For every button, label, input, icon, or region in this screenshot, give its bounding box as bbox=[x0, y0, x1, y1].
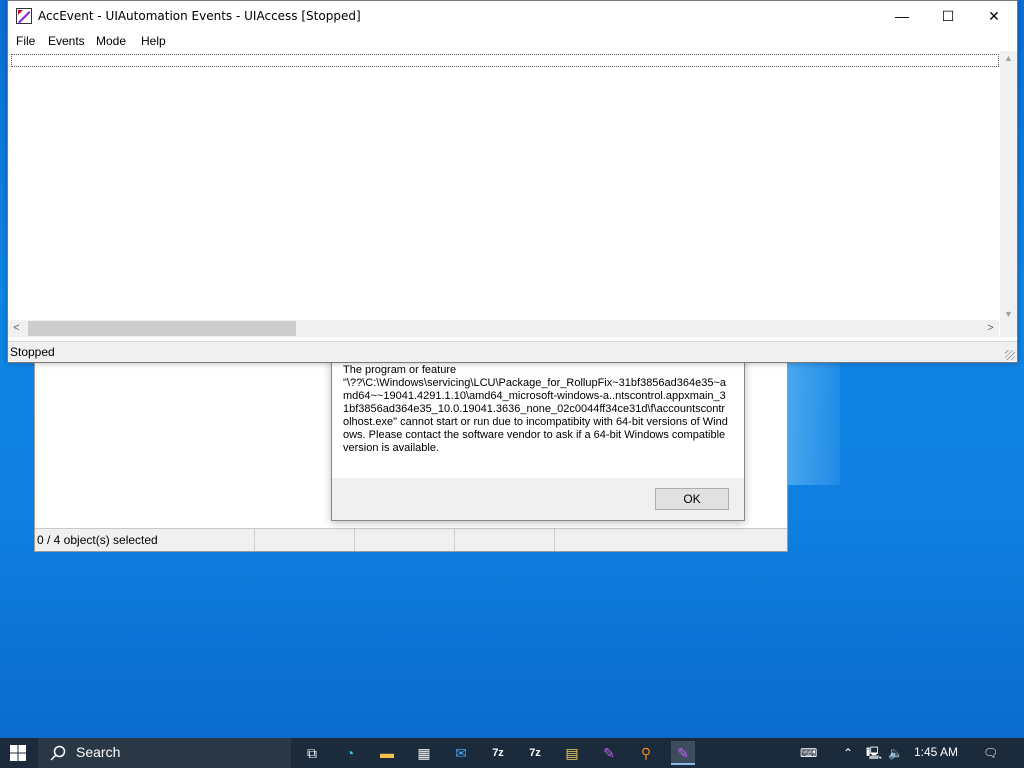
dialog-footer: OK bbox=[332, 478, 744, 520]
keyboard-icon[interactable]: ⌨ bbox=[800, 738, 817, 768]
menu-events[interactable]: Events bbox=[48, 34, 85, 48]
ok-button[interactable]: OK bbox=[655, 488, 729, 510]
menu-help[interactable]: Help bbox=[141, 34, 166, 48]
taskbar-search-box[interactable]: Search bbox=[38, 738, 291, 768]
volume-muted-icon[interactable]: 🔈 bbox=[888, 738, 903, 768]
accevent-active-icon[interactable]: ✎ bbox=[671, 741, 695, 765]
edge-icon[interactable]: ◔ bbox=[338, 741, 362, 765]
7zip-second-icon[interactable]: 7z bbox=[523, 741, 547, 765]
status-text: Stopped bbox=[10, 345, 55, 359]
status-cell-2 bbox=[255, 529, 355, 551]
accevent-window: AccEvent - UIAutomation Events - UIAcces… bbox=[7, 0, 1018, 363]
vertical-scrollbar[interactable]: ▲ ▼ bbox=[1000, 51, 1017, 321]
minimize-button[interactable]: — bbox=[879, 1, 925, 31]
resize-grip-icon[interactable] bbox=[1005, 350, 1015, 360]
event-list[interactable] bbox=[8, 51, 999, 321]
title-bar[interactable]: AccEvent - UIAutomation Events - UIAcces… bbox=[8, 1, 1017, 31]
focus-rectangle bbox=[11, 54, 999, 67]
status-cell-3 bbox=[355, 529, 455, 551]
start-button[interactable] bbox=[0, 738, 36, 768]
scroll-right-icon[interactable]: > bbox=[982, 320, 999, 337]
background-status-bar: 0 / 4 object(s) selected bbox=[35, 528, 787, 551]
7zip-icon[interactable]: 7z bbox=[486, 741, 510, 765]
file-explorer-icon[interactable]: ▬ bbox=[375, 741, 399, 765]
search-tool-icon[interactable]: ⚲ bbox=[634, 741, 658, 765]
clock[interactable]: 1:45 AM bbox=[914, 745, 958, 759]
windows-logo-wallpaper bbox=[780, 355, 840, 485]
task-view-icon[interactable]: ⧉ bbox=[300, 741, 324, 765]
network-icon[interactable]: 🖳 bbox=[866, 738, 882, 768]
accevent-app-icon bbox=[16, 8, 32, 24]
selection-status: 0 / 4 object(s) selected bbox=[35, 529, 255, 551]
dialog-message: The program or feature "\??\C:\Windows\s… bbox=[343, 364, 728, 454]
status-cell-4 bbox=[455, 529, 555, 551]
menu-bar: File Events Mode Help bbox=[8, 31, 1017, 51]
control-panel-icon[interactable]: ▤ bbox=[560, 741, 584, 765]
scroll-up-icon[interactable]: ▲ bbox=[1000, 53, 1017, 63]
menu-file[interactable]: File bbox=[16, 34, 35, 48]
scroll-left-icon[interactable]: < bbox=[8, 320, 25, 337]
scrollbar-corner bbox=[1000, 320, 1017, 337]
menu-mode[interactable]: Mode bbox=[96, 34, 126, 48]
store-icon[interactable]: ▦ bbox=[412, 741, 436, 765]
window-title: AccEvent - UIAutomation Events - UIAcces… bbox=[38, 9, 361, 23]
accevent-icon[interactable]: ✎ bbox=[597, 741, 621, 765]
horizontal-scrollbar[interactable]: < > bbox=[8, 320, 999, 337]
mail-icon[interactable]: ✉ bbox=[449, 741, 473, 765]
chevron-up-icon[interactable]: ⌃ bbox=[843, 738, 853, 768]
horizontal-scroll-thumb[interactable] bbox=[28, 321, 296, 336]
close-button[interactable]: ✕ bbox=[971, 1, 1017, 31]
search-icon bbox=[50, 745, 66, 761]
taskbar: Search ⧉ ◔ ▬ ▦ ✉ 7z 7z ▤ ✎ ⚲ ✎ ⌨ ⌃ 🖳 🔈 1… bbox=[0, 738, 1024, 768]
scroll-down-icon[interactable]: ▼ bbox=[1000, 309, 1017, 319]
status-bar: Stopped bbox=[8, 341, 1017, 362]
notifications-icon[interactable]: 🗨 bbox=[983, 738, 998, 768]
windows-logo-icon bbox=[10, 745, 26, 761]
error-dialog: The program or feature "\??\C:\Windows\s… bbox=[331, 355, 745, 521]
search-label: Search bbox=[76, 744, 121, 760]
maximize-button[interactable]: ☐ bbox=[925, 1, 971, 31]
